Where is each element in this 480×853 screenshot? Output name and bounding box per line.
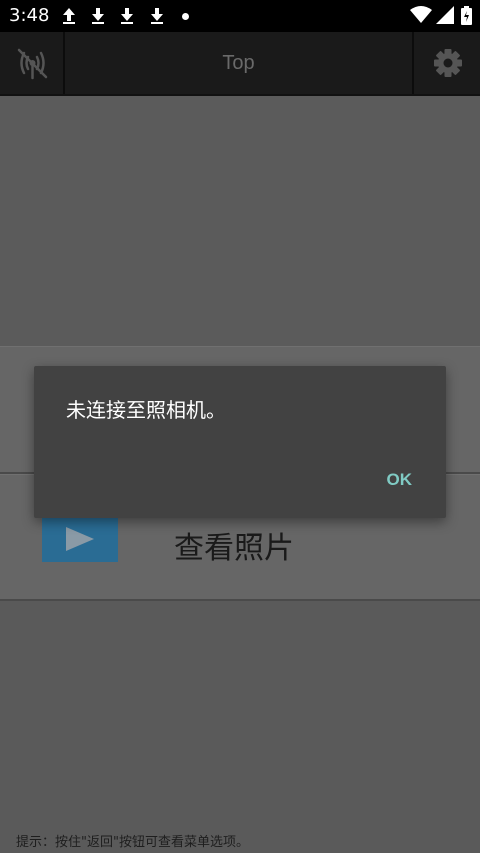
no-signal-icon xyxy=(17,48,48,80)
status-bar: 3:48 xyxy=(0,0,480,32)
cell-signal-icon xyxy=(436,6,454,24)
upload-icon xyxy=(63,8,75,24)
ok-button[interactable]: OK xyxy=(387,470,413,490)
notification-dot-icon xyxy=(182,13,189,20)
connection-button[interactable] xyxy=(0,32,65,94)
status-time: 3:48 xyxy=(9,5,50,26)
download-icon xyxy=(151,8,163,24)
alert-dialog: 未连接至照相机。 OK xyxy=(34,366,446,518)
view-photos-label: 查看照片 xyxy=(174,531,294,566)
top-panel xyxy=(0,96,480,346)
gear-icon xyxy=(434,49,462,77)
battery-icon xyxy=(461,6,472,25)
wifi-icon xyxy=(410,6,432,23)
download-icon xyxy=(121,8,133,24)
settings-button[interactable] xyxy=(412,32,480,94)
hint-text: 提示：按住"返回"按钮可查看菜单选项。 xyxy=(16,835,249,850)
play-thumbnail-icon xyxy=(42,517,118,562)
download-icon xyxy=(92,8,104,24)
page-title: Top xyxy=(222,52,255,74)
dialog-message: 未连接至照相机。 xyxy=(66,398,226,422)
top-app-bar: Top xyxy=(0,32,480,96)
